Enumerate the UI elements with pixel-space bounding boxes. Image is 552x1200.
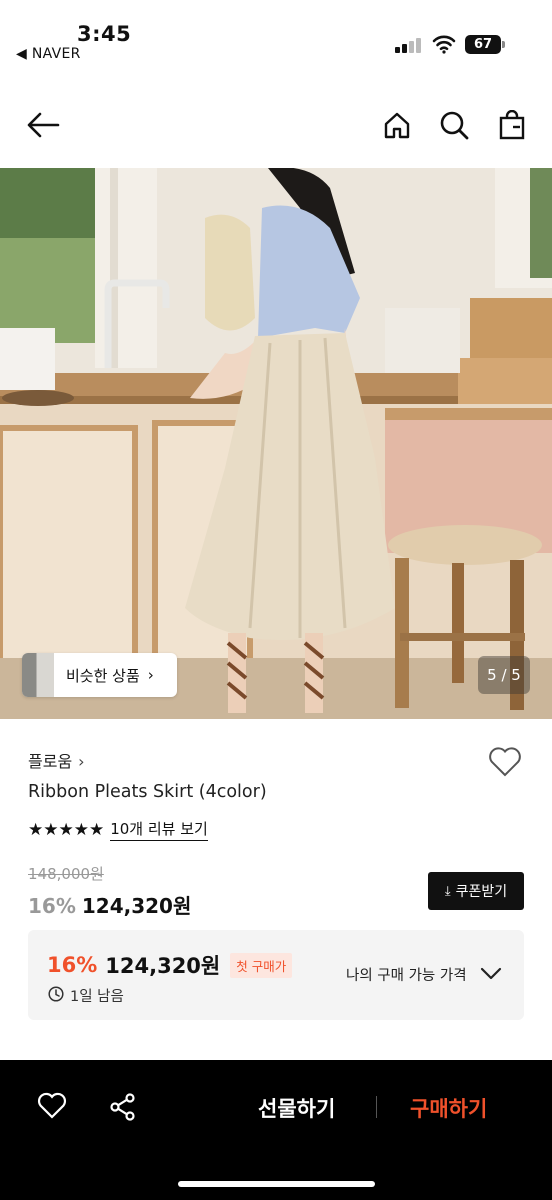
image-counter: 5 / 5 xyxy=(478,656,530,694)
first-purchase-discount: 16% xyxy=(47,953,98,977)
similar-products-button[interactable]: 비슷한 상품 › xyxy=(22,653,177,697)
share-icon[interactable] xyxy=(108,1092,138,1126)
time-remaining: 1일 남음 xyxy=(48,985,124,1006)
battery-tip xyxy=(502,41,505,48)
brand-name: 플로움 xyxy=(28,752,73,771)
shopping-bag-icon[interactable] xyxy=(495,108,529,142)
review-link[interactable]: 10개 리뷰 보기 xyxy=(110,818,208,841)
heart-icon[interactable] xyxy=(37,1092,67,1124)
signal-icon xyxy=(395,37,423,53)
status-time: 3:45 xyxy=(77,22,132,46)
first-purchase-badge: 첫 구매가 xyxy=(230,952,293,978)
similar-products-label: 비슷한 상품 xyxy=(66,666,140,685)
back-to-naver-link[interactable]: ◀ NAVER xyxy=(16,46,81,62)
my-price-label: 나의 구매 가능 가격 xyxy=(346,968,467,984)
divider xyxy=(376,1096,377,1118)
battery-icon: 67 xyxy=(465,35,501,54)
my-price-box[interactable]: 16% 124,320원 첫 구매가 1일 남음 나의 구매 가능 가격 xyxy=(28,930,524,1020)
bottom-action-bar: 선물하기 구매하기 xyxy=(0,1060,552,1200)
home-indicator[interactable] xyxy=(178,1181,375,1187)
rating-row: ★★★★★ 10개 리뷰 보기 xyxy=(28,818,208,841)
download-icon: ⤓ xyxy=(444,883,451,899)
arrow-left-icon[interactable] xyxy=(26,108,60,142)
product-image[interactable] xyxy=(0,168,552,719)
chevron-right-icon: › xyxy=(147,666,154,684)
chevron-down-icon[interactable] xyxy=(480,966,502,985)
gift-button[interactable]: 선물하기 xyxy=(258,1093,335,1123)
similar-product-thumbnail xyxy=(22,653,54,697)
home-icon[interactable] xyxy=(380,108,414,142)
first-purchase-price: 124,320원 xyxy=(105,954,221,978)
clock-icon xyxy=(48,985,64,1006)
product-name: Ribbon Pleats Skirt (4color) xyxy=(28,782,267,802)
heart-icon[interactable] xyxy=(488,746,522,782)
buy-button[interactable]: 구매하기 xyxy=(410,1093,487,1123)
time-remaining-label: 1일 남음 xyxy=(70,989,124,1005)
first-purchase-price-row: 16% 124,320원 첫 구매가 xyxy=(47,950,293,980)
star-rating-icon: ★★★★★ xyxy=(28,819,105,840)
brand-link[interactable]: 플로움 › xyxy=(28,748,85,772)
wifi-icon xyxy=(432,34,456,58)
coupon-button-label: 쿠폰받기 xyxy=(455,884,508,900)
search-icon[interactable] xyxy=(437,108,471,142)
top-nav xyxy=(0,90,552,165)
sale-price: 124,320원 xyxy=(81,894,192,918)
discount-rate: 16% xyxy=(28,894,76,918)
chevron-right-icon: › xyxy=(78,752,85,771)
product-photo-illustration xyxy=(0,168,552,719)
status-bar: 3:45 ◀ NAVER 67 xyxy=(0,0,552,70)
original-price: 148,000원 xyxy=(28,865,104,883)
price-row: 16% 124,320원 xyxy=(28,890,191,919)
coupon-download-button[interactable]: ⤓ 쿠폰받기 xyxy=(428,872,524,910)
